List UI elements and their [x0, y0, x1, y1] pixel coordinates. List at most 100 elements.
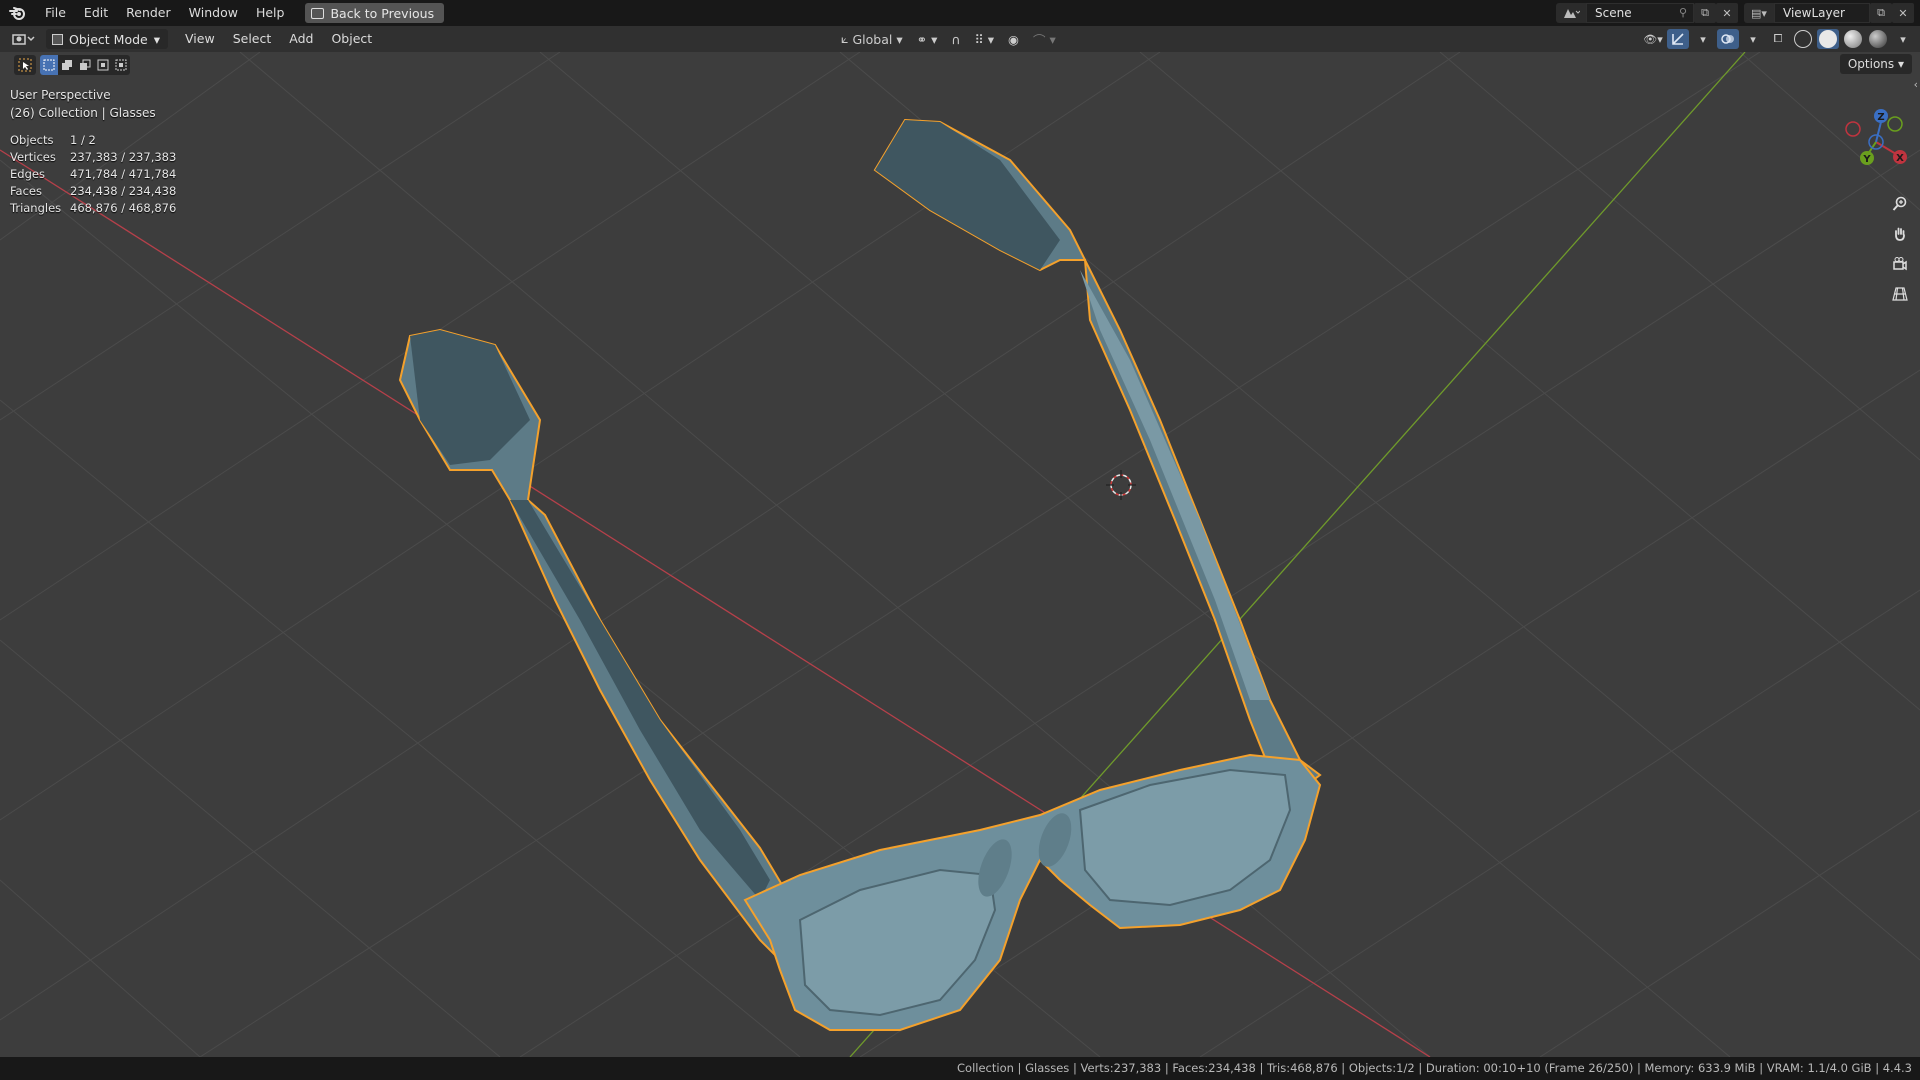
stat-value: 468,876 / 468,876 [70, 201, 177, 215]
perspective-label: User Perspective [10, 88, 111, 102]
select-invert-icon[interactable] [94, 55, 112, 75]
stat-label: Triangles [10, 201, 62, 215]
selection-toolbar [14, 55, 130, 75]
orientation-label: Global [852, 31, 893, 47]
sidebar-toggle-icon[interactable]: ‹ [1914, 78, 1918, 91]
menu-add[interactable]: Add [280, 28, 322, 50]
select-subtract-icon[interactable] [76, 55, 94, 75]
stat-label: Faces [10, 184, 42, 198]
menu-help[interactable]: Help [247, 2, 294, 24]
x-axis-letter: X [1896, 153, 1904, 164]
back-to-previous-button[interactable]: Back to Previous [305, 3, 445, 23]
top-bar: File Edit Render Window Help Back to Pre… [0, 0, 1920, 26]
stat-row: Vertices 237,383 / 237,383 [10, 149, 176, 166]
solid-shading-button[interactable] [1817, 29, 1839, 49]
3d-viewport[interactable]: Options ▾ User Perspective (26) Collecti… [0, 52, 1920, 1057]
delete-view-layer-icon[interactable]: ✕ [1892, 3, 1914, 23]
wireframe-shading-button[interactable] [1792, 29, 1814, 49]
chevron-down-icon: ▾ [931, 31, 938, 47]
zoom-icon[interactable] [1888, 192, 1912, 216]
chevron-down-icon: ▾ [896, 31, 903, 47]
collection-label: (26) Collection | Glasses [10, 106, 156, 120]
object-mode-icon [52, 33, 63, 45]
view-layer-name: ViewLayer [1783, 6, 1845, 20]
menu-window[interactable]: Window [180, 2, 247, 24]
perspective-toggle-icon[interactable] [1888, 282, 1912, 306]
y-axis-letter: Y [1862, 154, 1871, 165]
menu-view[interactable]: View [176, 28, 224, 50]
view-layer-icon[interactable]: ▤▾ [1744, 3, 1774, 23]
stat-value: 234,438 / 234,438 [70, 184, 177, 198]
proportional-edit-icon: ◉ [1008, 31, 1019, 47]
delete-scene-icon[interactable]: ✕ [1716, 3, 1738, 23]
orientation-icon: ⟀ [841, 31, 849, 46]
menu-edit[interactable]: Edit [75, 2, 117, 24]
chevron-down-icon: ▾ [987, 31, 995, 47]
transform-orientation-dropdown[interactable]: ⟀ Global ▾ [836, 29, 908, 49]
gizmo-dropdown[interactable]: ▾ [1692, 29, 1714, 49]
scene-icon[interactable] [1556, 3, 1586, 23]
3d-cursor[interactable] [1106, 470, 1136, 500]
status-info: Collection | Glasses | Verts:237,383 | F… [957, 1061, 1912, 1075]
gizmo-toggle[interactable] [1667, 29, 1689, 49]
overlays-dropdown[interactable]: ▾ [1742, 29, 1764, 49]
overlays-toggle[interactable] [1717, 29, 1739, 49]
select-intersect-icon[interactable] [112, 55, 130, 75]
magnet-icon: ∩ [951, 31, 961, 47]
snap-toggle[interactable]: ∩ [946, 29, 965, 49]
stat-label: Objects [10, 133, 54, 147]
stat-row: Edges 471,784 / 471,784 [10, 166, 176, 183]
status-bar: Collection | Glasses | Verts:237,383 | F… [0, 1057, 1920, 1080]
viewport-info-overlay: User Perspective (26) Collection | Glass… [10, 86, 156, 122]
camera-view-icon[interactable] [1888, 252, 1912, 276]
mode-dropdown[interactable]: Object Mode ▾ [46, 29, 169, 49]
selection-mode-group [40, 55, 130, 75]
stat-value: 1 / 2 [70, 133, 96, 147]
pan-hand-icon[interactable] [1888, 222, 1912, 246]
new-view-layer-icon[interactable]: ⧉ [1870, 3, 1892, 23]
z-axis-letter: Z [1877, 112, 1884, 123]
rendered-shading-button[interactable] [1867, 29, 1889, 49]
chevron-down-icon: ▾ [1049, 31, 1056, 47]
stat-row: Triangles 468,876 / 468,876 [10, 200, 176, 217]
mode-label: Object Mode [69, 31, 148, 47]
fullscreen-exit-icon [311, 7, 325, 19]
material-shading-button[interactable] [1842, 29, 1864, 49]
proportional-edit-toggle[interactable]: ◉ [1003, 29, 1024, 49]
visibility-dropdown[interactable]: 👁︎▾ [1642, 29, 1664, 49]
stat-value: 237,383 / 237,383 [70, 150, 177, 164]
options-dropdown[interactable]: Options ▾ [1839, 54, 1912, 74]
menu-select[interactable]: Select [224, 28, 281, 50]
snap-target-dropdown[interactable]: ⠿ ▾ [970, 29, 999, 49]
new-scene-icon[interactable]: ⧉ [1694, 3, 1716, 23]
view-layer-selector[interactable]: ▤▾ ViewLayer ⧉ ✕ [1744, 3, 1914, 23]
stat-row: Faces 234,438 / 234,438 [10, 183, 176, 200]
falloff-icon: ⌒ [1032, 32, 1046, 48]
shading-dropdown[interactable]: ▾ [1892, 29, 1914, 49]
view-layer-field[interactable]: ViewLayer [1774, 3, 1870, 23]
select-extend-icon[interactable] [58, 55, 76, 75]
navigation-gizmo[interactable]: X Z Y [1830, 82, 1920, 322]
scene-selector[interactable]: Scene ⚲ ⧉ ✕ [1556, 3, 1738, 23]
falloff-dropdown[interactable]: ⌒ ▾ [1028, 29, 1061, 49]
chevron-down-icon: ▾ [153, 31, 161, 47]
scene-name-field[interactable]: Scene ⚲ [1586, 3, 1694, 23]
neg-x-handle[interactable] [1845, 121, 1861, 137]
scene-statistics: Objects 1 / 2 Vertices 237,383 / 237,383 E… [10, 132, 176, 217]
pivot-point-dropdown[interactable]: ⚭ ▾ [912, 29, 943, 49]
stat-value: 471,784 / 471,784 [70, 167, 177, 181]
menu-render[interactable]: Render [117, 2, 180, 24]
neg-y-handle[interactable] [1887, 116, 1903, 132]
xray-toggle[interactable]: ⧠ [1767, 29, 1789, 49]
editor-type-icon[interactable] [8, 29, 40, 49]
pin-icon[interactable]: ⚲ [1679, 4, 1687, 22]
stat-row: Objects 1 / 2 [10, 132, 176, 149]
select-new-icon[interactable] [40, 55, 58, 75]
viewport-scene [0, 52, 1920, 1057]
menu-object[interactable]: Object [322, 28, 381, 50]
blender-logo-icon[interactable] [0, 0, 36, 26]
select-tool-button[interactable] [14, 55, 36, 75]
menu-file[interactable]: File [36, 2, 75, 24]
stat-label: Vertices [10, 150, 56, 164]
viewport-header: Object Mode ▾ View Select Add Object ⟀ G… [0, 26, 1920, 52]
